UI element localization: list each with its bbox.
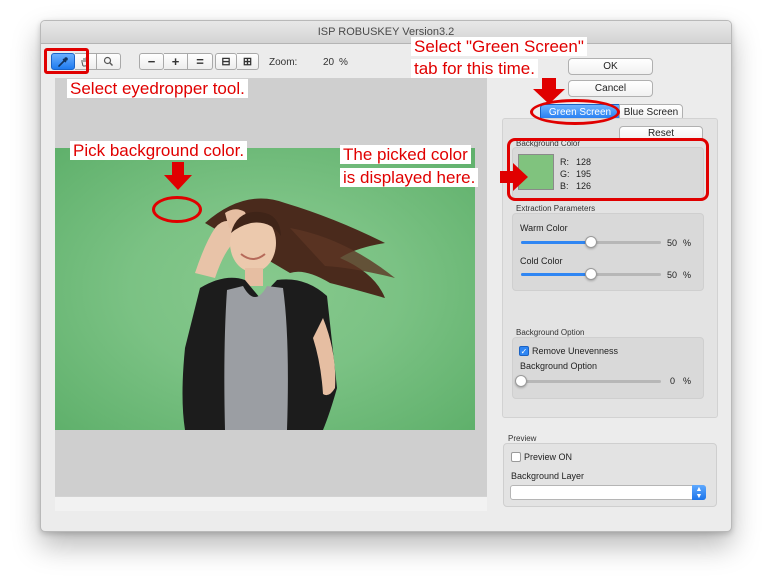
warm-color-label: Warm Color <box>520 223 568 233</box>
ok-button[interactable]: OK <box>568 58 653 75</box>
zoom-unit: % <box>339 57 348 68</box>
fit-height-button[interactable]: ⊞ <box>237 53 259 70</box>
magnifier-icon <box>103 56 113 66</box>
cold-color-unit: % <box>683 270 692 280</box>
zoom-actual-button[interactable]: = <box>188 53 213 70</box>
fit-width-icon: ⊟ <box>221 56 231 68</box>
background-option-title: Background Option <box>516 328 585 337</box>
annotation-eyedropper: Select eyedropper tool. <box>67 79 248 98</box>
green-screen-photo[interactable] <box>55 148 475 430</box>
arrow-down-pick-icon <box>164 162 192 190</box>
cold-color-value: 50 <box>667 270 678 280</box>
background-color-highlight <box>507 138 709 201</box>
annotation-green-tab-line2: tab for this time. <box>411 59 538 78</box>
remove-unevenness-checkbox[interactable]: ✓ <box>519 346 529 356</box>
eyedropper-highlight <box>44 48 89 74</box>
woman-photo <box>182 198 395 430</box>
horizontal-scrollbar[interactable] <box>55 496 487 511</box>
background-option-value: 0 <box>670 376 676 386</box>
cold-color-label: Cold Color <box>520 256 563 266</box>
background-option-slider-knob[interactable] <box>515 375 527 387</box>
zoom-in-button[interactable]: + <box>164 53 188 70</box>
zoom-out-button[interactable]: − <box>139 53 164 70</box>
background-option-label: Background Option <box>520 361 598 371</box>
green-screen-tab-highlight <box>530 99 620 125</box>
annotation-picked-line2: is displayed here. <box>340 168 479 187</box>
warm-color-slider-knob[interactable] <box>585 236 597 248</box>
background-option-slider[interactable] <box>521 380 661 383</box>
preview-on-checkbox[interactable] <box>511 452 521 462</box>
window-title: ISP ROBUSKEY Version3.2 <box>41 21 731 44</box>
zoom-label: Zoom: <box>269 57 298 68</box>
cold-color-slider-knob[interactable] <box>585 268 597 280</box>
background-layer-label: Background Layer <box>511 471 585 481</box>
annotation-pick: Pick background color. <box>70 141 248 160</box>
fit-width-button[interactable]: ⊟ <box>215 53 237 70</box>
annotation-picked-line1: The picked color <box>340 145 471 164</box>
extraction-parameters-title: Extraction Parameters <box>516 204 596 213</box>
warm-color-unit: % <box>683 238 692 248</box>
pick-area-highlight <box>152 196 202 223</box>
fit-height-icon: ⊞ <box>242 56 253 68</box>
warm-color-value: 50 <box>667 238 678 248</box>
annotation-green-tab-line1: Select "Green Screen" <box>411 37 587 56</box>
zoom-value: 20 <box>323 57 335 68</box>
preview-on-label: Preview ON <box>524 452 573 462</box>
cancel-button[interactable]: Cancel <box>568 80 653 97</box>
background-option-unit: % <box>683 376 692 386</box>
preview-title: Preview <box>508 434 537 443</box>
select-chevron-icon: ▲ ▼ <box>692 485 706 500</box>
magnifier-tool-button[interactable] <box>97 53 121 70</box>
background-layer-select[interactable]: ▲ ▼ <box>510 485 706 500</box>
remove-unevenness-label: Remove Unevenness <box>532 346 619 356</box>
